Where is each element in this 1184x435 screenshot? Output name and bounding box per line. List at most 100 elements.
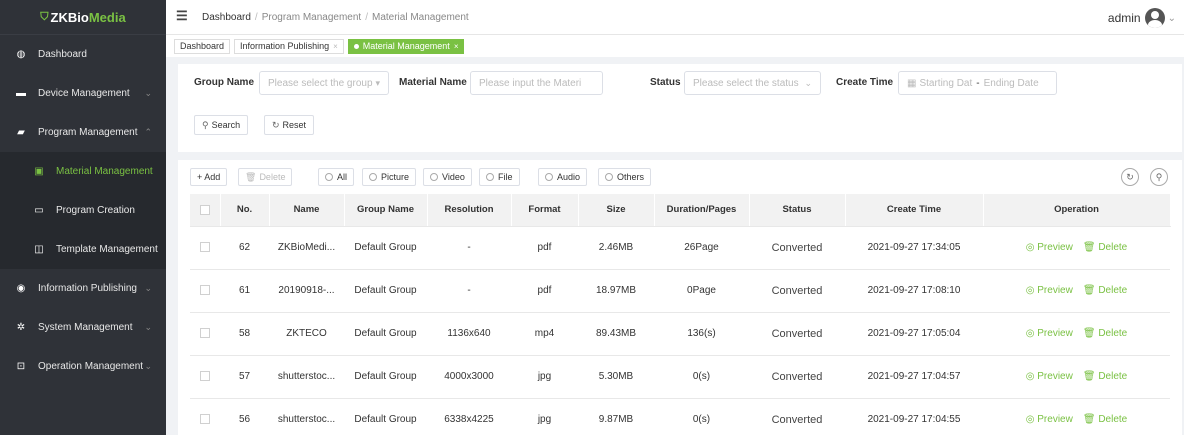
column-header[interactable]: No. <box>220 194 270 227</box>
preview-label: Preview <box>1037 414 1073 425</box>
tab-information-publishing[interactable]: Information Publishing × <box>234 38 344 54</box>
row-checkbox[interactable] <box>200 371 210 382</box>
cell-group: Default Group <box>344 398 427 435</box>
column-header[interactable]: Operation <box>983 194 1171 227</box>
cell-time: 2021-09-27 17:05:04 <box>845 312 983 356</box>
create-time-range[interactable]: ▦ Starting Dat - Ending Date <box>898 71 1057 95</box>
logo-shield-icon: ⛉ <box>40 10 49 23</box>
select-all-checkbox[interactable] <box>199 204 210 215</box>
breadcrumb-program-management[interactable]: Program Management <box>262 12 362 23</box>
user-menu[interactable]: admin ⌄ <box>1108 8 1176 28</box>
column-header[interactable]: Create Time <box>845 194 984 227</box>
operation-icon: ⊡ <box>16 361 26 372</box>
material-name-input[interactable]: Please input the Materi <box>470 71 603 95</box>
app-logo: ⛉ ZK Bio Media <box>0 0 166 35</box>
filter-radio-others[interactable]: Others <box>598 168 652 186</box>
search-button[interactable]: ⚲ Search <box>194 115 249 135</box>
preview-link[interactable]: ◎ Preview <box>1026 285 1073 296</box>
sidebar-nav: ◍ Dashboard ▬ Device Management ⌄ ▰ Program Ma… <box>0 35 166 386</box>
chevron-up-icon: ⌃ <box>144 127 152 137</box>
sidebar-item-template-management[interactable]: ◫ Template Management <box>0 230 166 269</box>
sidebar-item-program-management[interactable]: ▰ Program Management ⌃ <box>0 113 166 152</box>
delete-label: Delete <box>1098 328 1128 339</box>
group-select[interactable]: Please select the group ▾ <box>259 71 389 95</box>
filter-radio-file[interactable]: File <box>479 168 520 186</box>
chevron-down-icon: ⌄ <box>144 361 152 371</box>
table-row[interactable]: 56 shutterstoc... Default Group 6338x4225 jp… <box>190 398 1170 435</box>
sidebar-item-label: Device Management <box>38 88 130 99</box>
trash-icon: 🗑 <box>245 171 257 182</box>
sidebar-item-label: Program Creation <box>56 205 135 216</box>
time-start-placeholder: Starting Dat <box>919 77 973 89</box>
status-select[interactable]: Please select the status ⌄ <box>684 71 821 95</box>
template-icon: ◫ <box>34 244 44 255</box>
delete-link[interactable]: 🗑 Delete <box>1083 242 1127 253</box>
column-header[interactable]: Status <box>749 194 846 227</box>
table-row[interactable]: 58 ZKTECO Default Group 1136x640 mp4 89.43MB 1… <box>190 312 1170 356</box>
trash-icon: 🗑 <box>1082 328 1096 339</box>
filter-radio-picture[interactable]: Picture <box>362 168 417 186</box>
menu-toggle-icon[interactable]: ☰ <box>176 8 188 24</box>
breadcrumb-dashboard[interactable]: Dashboard <box>202 12 251 23</box>
sidebar-item-information-publishing[interactable]: ◉ Information Publishing ⌄ <box>0 269 166 308</box>
row-checkbox[interactable] <box>200 285 210 296</box>
operation-cell: ◎ Preview 🗑 Delete <box>983 355 1170 399</box>
search-icon[interactable]: ⚲ <box>1150 168 1168 186</box>
cell-status: Converted <box>749 398 845 435</box>
reset-button[interactable]: ↻ Reset <box>264 115 315 135</box>
sidebar-item-material-management[interactable]: ▣ Material Management <box>0 152 166 191</box>
preview-link[interactable]: ◎ Preview <box>1026 371 1073 382</box>
table-row[interactable]: 57 shutterstoc... Default Group 4000x3000 jp… <box>190 355 1170 399</box>
preview-link[interactable]: ◎ Preview <box>1026 242 1073 253</box>
sidebar-item-device-management[interactable]: ▬ Device Management ⌄ <box>0 74 166 113</box>
cell-size: 2.46MB <box>578 226 654 270</box>
preview-link[interactable]: ◎ Preview <box>1026 414 1073 425</box>
close-icon[interactable]: × <box>454 40 459 53</box>
column-header[interactable]: Name <box>269 194 345 227</box>
sidebar-item-system-management[interactable]: ✲ System Management ⌄ <box>0 308 166 347</box>
add-button[interactable]: + Add <box>190 168 228 186</box>
radio-icon <box>545 173 553 181</box>
delete-link[interactable]: 🗑 Delete <box>1083 285 1127 296</box>
sidebar-item-dashboard[interactable]: ◍ Dashboard <box>0 35 166 74</box>
row-checkbox-cell <box>190 398 220 435</box>
logo-prefix: ZK <box>50 9 68 25</box>
row-checkbox[interactable] <box>200 414 210 425</box>
cell-format: jpg <box>511 398 578 435</box>
column-header[interactable]: Resolution <box>427 194 512 227</box>
delete-link[interactable]: 🗑 Delete <box>1083 328 1127 339</box>
cell-status: Converted <box>749 312 845 356</box>
filter-radio-all[interactable]: All <box>318 168 355 186</box>
preview-link[interactable]: ◎ Preview <box>1026 328 1073 339</box>
cell-status: Converted <box>749 269 845 313</box>
close-icon[interactable]: × <box>333 40 338 53</box>
delete-link[interactable]: 🗑 Delete <box>1083 414 1127 425</box>
delete-link[interactable]: 🗑 Delete <box>1083 371 1127 382</box>
delete-button-label: Delete <box>259 172 286 182</box>
tab-dashboard[interactable]: Dashboard <box>174 38 231 54</box>
filter-radio-audio[interactable]: Audio <box>538 168 588 186</box>
column-header[interactable]: Size <box>578 194 655 227</box>
filter-radio-video[interactable]: Video <box>423 168 472 186</box>
logo-accent: Media <box>88 9 126 25</box>
cell-group: Default Group <box>344 226 427 270</box>
tab-strip: Dashboard Information Publishing × Materi… <box>166 35 1184 57</box>
table-row[interactable]: 62 ZKBioMedi... Default Group - pdf 2.46MB 26P… <box>190 226 1170 270</box>
sidebar-item-program-creation[interactable]: ▭ Program Creation <box>0 191 166 230</box>
delete-button[interactable]: 🗑 Delete <box>238 168 293 186</box>
table-row[interactable]: 61 20190918-... Default Group - pdf 18.97MB 0P… <box>190 269 1170 313</box>
row-checkbox[interactable] <box>200 328 210 339</box>
column-header[interactable]: Duration/Pages <box>654 194 750 227</box>
row-checkbox[interactable] <box>200 242 210 253</box>
table-header-row: No. Name Group Name Resolution Format Si… <box>190 194 1171 227</box>
refresh-icon[interactable]: ↻ <box>1121 168 1139 186</box>
cell-size: 89.43MB <box>578 312 654 356</box>
column-header[interactable]: Format <box>511 194 579 227</box>
logo-main: Bio <box>67 9 89 25</box>
column-header[interactable]: Group Name <box>344 194 428 227</box>
tab-material-management[interactable]: Material Management × <box>347 38 465 54</box>
chevron-down-icon: ⌄ <box>144 322 152 332</box>
cell-no: 62 <box>220 226 269 270</box>
sidebar-item-operation-management[interactable]: ⊡ Operation Management ⌄ <box>0 347 166 386</box>
cell-resolution: - <box>427 269 511 313</box>
